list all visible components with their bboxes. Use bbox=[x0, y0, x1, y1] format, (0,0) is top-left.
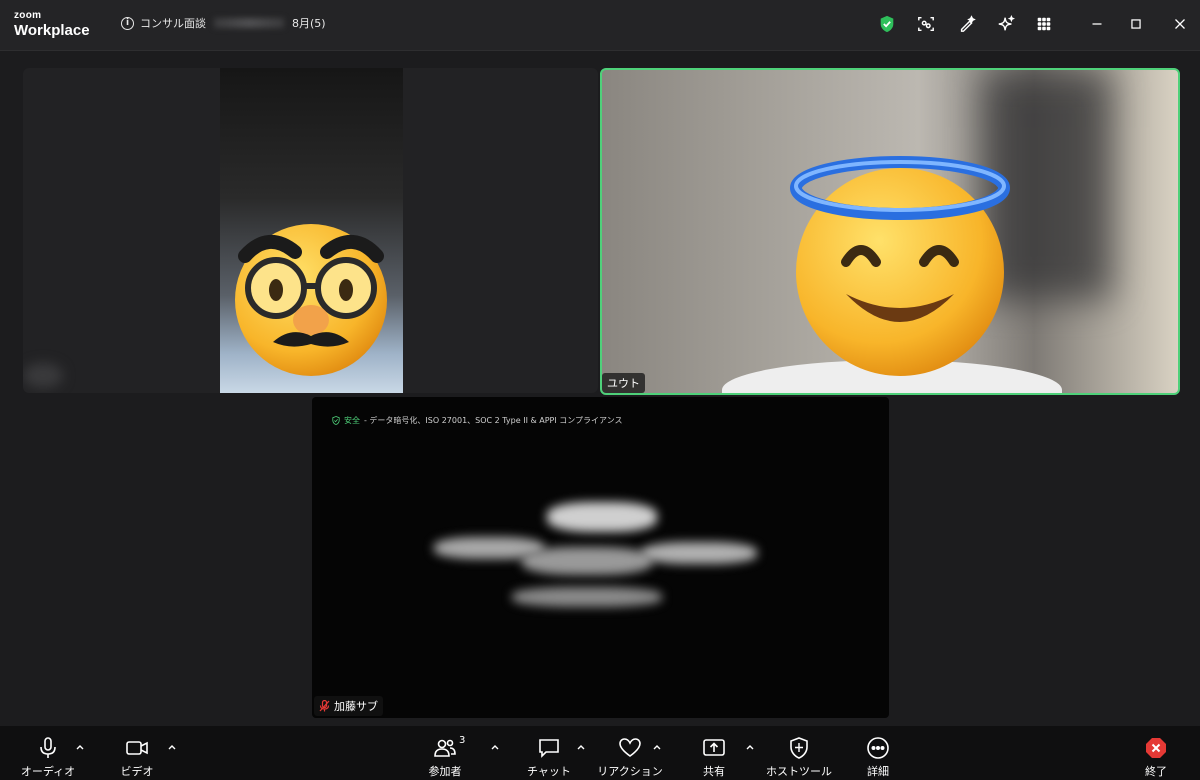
logo-big-text: Workplace bbox=[14, 22, 90, 39]
host-tools-button[interactable]: ホストツール bbox=[759, 732, 839, 778]
info-icon[interactable]: i bbox=[121, 16, 134, 30]
participants-label: 参加者 bbox=[428, 765, 462, 778]
screen-share-tile[interactable]: 安全 - データ暗号化、ISO 27001、SOC 2 Type II & AP… bbox=[312, 397, 889, 718]
more-label: 詳細 bbox=[867, 765, 889, 778]
heart-icon bbox=[619, 738, 641, 757]
share-options-chevron-up-icon[interactable] bbox=[744, 738, 756, 750]
redacted-name-tag bbox=[23, 363, 63, 388]
redacted-content bbox=[547, 502, 657, 532]
chat-options-chevron-up-icon[interactable] bbox=[575, 738, 587, 750]
meeting-toolbar: オーディオ ビデオ 参加者 3 チャット リアクション 共有 ホストツール 詳細… bbox=[0, 726, 1200, 780]
participant-name: 加藤サブ bbox=[334, 700, 378, 713]
host-tools-label: ホストツール bbox=[766, 765, 832, 778]
end-meeting-icon bbox=[1146, 738, 1166, 758]
redacted-content bbox=[512, 587, 662, 607]
smiling-face-with-halo-icon bbox=[790, 156, 1010, 376]
meeting-info[interactable]: i コンサル面談 8月(5) bbox=[121, 15, 326, 31]
maximize-icon[interactable] bbox=[1126, 14, 1146, 34]
apps-grid-icon[interactable] bbox=[1034, 14, 1054, 34]
redacted-title-part bbox=[214, 18, 284, 28]
end-label: 終了 bbox=[1145, 765, 1167, 778]
redacted-content bbox=[642, 542, 757, 564]
security-banner-text: - データ暗号化、ISO 27001、SOC 2 Type II & APPI … bbox=[364, 416, 623, 425]
participant-video-tile-active[interactable]: ユウト bbox=[600, 68, 1180, 395]
zoom-workplace-logo: zoom Workplace bbox=[14, 10, 90, 39]
video-button[interactable]: ビデオ bbox=[97, 732, 177, 778]
redacted-content bbox=[522, 547, 652, 575]
disguise-face-icon bbox=[235, 224, 387, 376]
video-label: ビデオ bbox=[120, 765, 154, 778]
microphone-icon bbox=[40, 737, 56, 758]
participants-icon bbox=[434, 739, 456, 757]
more-button[interactable]: 詳細 bbox=[838, 732, 918, 778]
end-meeting-button[interactable]: 終了 bbox=[1116, 732, 1196, 778]
close-icon[interactable] bbox=[1170, 14, 1190, 34]
ai-sparkle-icon[interactable] bbox=[996, 14, 1016, 34]
participant-video-tile-1[interactable] bbox=[23, 68, 598, 393]
chat-bubble-icon bbox=[539, 739, 559, 758]
audio-label: オーディオ bbox=[20, 765, 76, 778]
share-button[interactable]: 共有 bbox=[674, 732, 754, 778]
logo-small-text: zoom bbox=[14, 10, 42, 21]
safe-label: 安全 bbox=[344, 416, 360, 425]
shield-check-icon bbox=[332, 416, 340, 425]
focus-mode-icon[interactable] bbox=[916, 14, 936, 34]
reactions-label: リアクション bbox=[597, 765, 663, 778]
title-bar: zoom Workplace i コンサル面談 8月(5) bbox=[0, 0, 1200, 51]
participant-name-tag: ユウト bbox=[602, 373, 645, 393]
participants-count: 3 bbox=[459, 735, 466, 746]
share-label: 共有 bbox=[703, 765, 725, 778]
share-screen-icon bbox=[703, 739, 725, 756]
audio-options-chevron-up-icon[interactable] bbox=[74, 738, 86, 750]
meeting-title-suffix: 8月(5) bbox=[292, 17, 326, 30]
video-camera-icon bbox=[126, 741, 148, 755]
reactions-options-chevron-up-icon[interactable] bbox=[651, 738, 663, 750]
meeting-title-prefix: コンサル面談 bbox=[140, 17, 206, 30]
security-banner: 安全 - データ暗号化、ISO 27001、SOC 2 Type II & AP… bbox=[332, 415, 623, 426]
host-shield-icon bbox=[790, 737, 808, 759]
minimize-icon[interactable] bbox=[1087, 14, 1107, 34]
muted-mic-icon bbox=[319, 700, 330, 712]
ai-companion-edit-icon[interactable] bbox=[957, 14, 977, 34]
participant-name: ユウト bbox=[607, 377, 640, 390]
participant-name-tag: 加藤サブ bbox=[314, 696, 383, 716]
video-options-chevron-up-icon[interactable] bbox=[166, 738, 178, 750]
participants-button[interactable]: 参加者 bbox=[405, 732, 485, 778]
more-ellipsis-icon bbox=[867, 737, 889, 759]
participants-options-chevron-up-icon[interactable] bbox=[489, 738, 501, 750]
chat-label: チャット bbox=[527, 765, 571, 778]
security-shield-icon[interactable] bbox=[877, 14, 897, 34]
